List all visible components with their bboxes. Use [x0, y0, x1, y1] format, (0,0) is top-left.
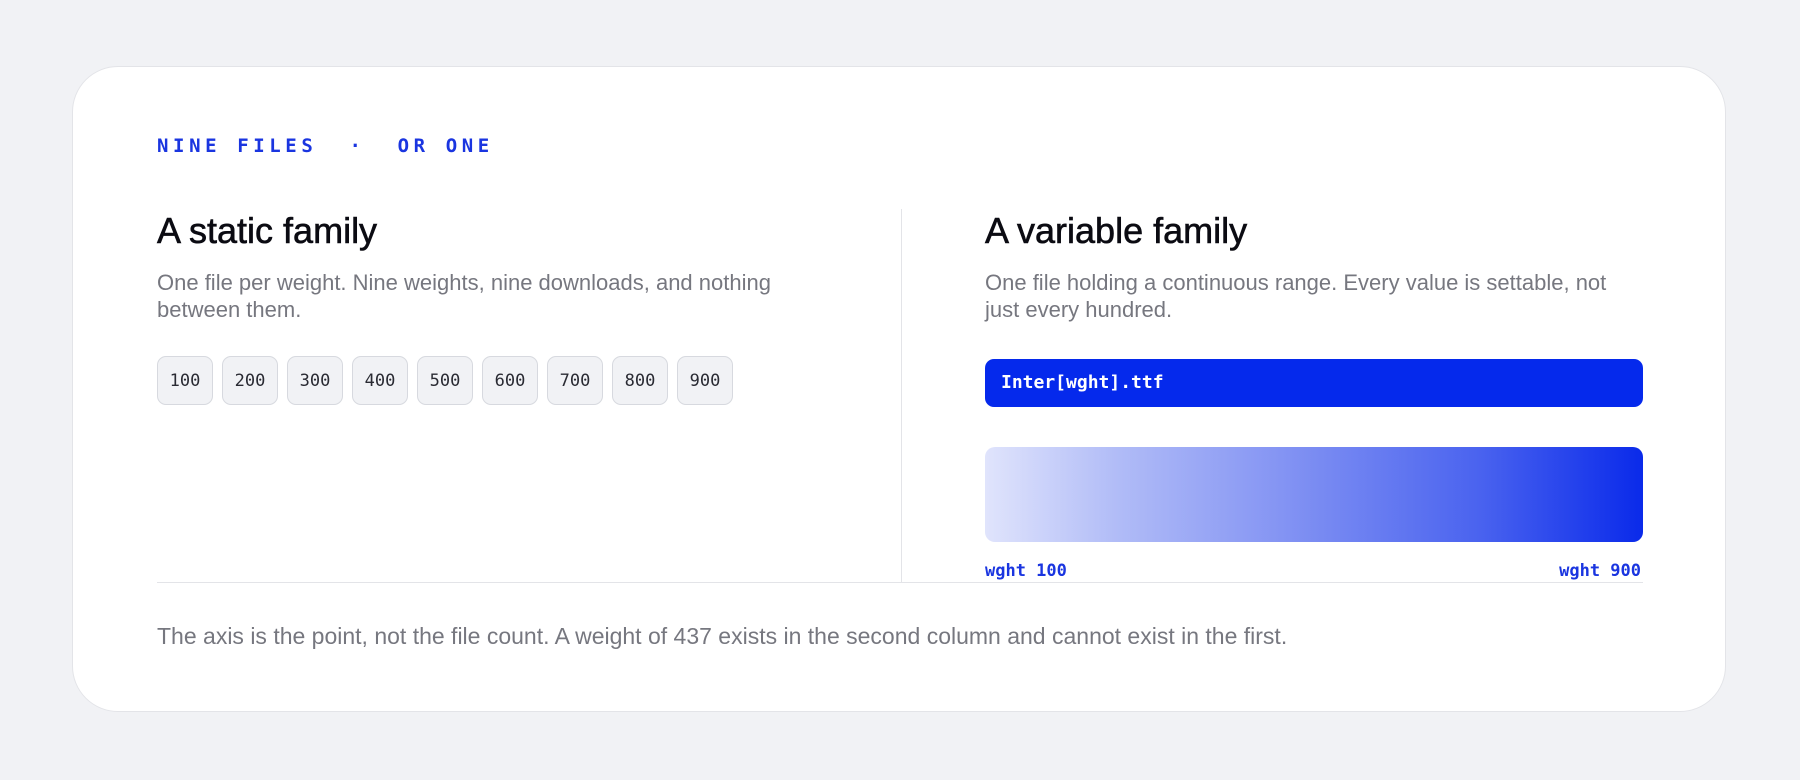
weight-chip-400: 400	[352, 356, 408, 405]
axis-max-label: wght 900	[1559, 561, 1641, 581]
static-family-title: A static family	[157, 210, 378, 252]
comparison-card: NINE FILES · OR ONE A static family One …	[72, 66, 1726, 712]
weight-chip-100: 100	[157, 356, 213, 405]
weight-chip-700: 700	[547, 356, 603, 405]
static-family-column: A static family One file per weight. Nin…	[157, 209, 817, 323]
footnote: The axis is the point, not the file coun…	[157, 623, 1288, 649]
variable-family-title: A variable family	[985, 210, 1248, 252]
variable-family-column: A variable family One file holding a con…	[985, 209, 1643, 323]
weight-chip-900: 900	[677, 356, 733, 405]
column-divider	[901, 209, 902, 583]
weight-chip-list: 100 200 300 400 500 600 700 800 900	[157, 356, 733, 405]
variable-family-description: One file holding a continuous range. Eve…	[985, 270, 1607, 322]
section-divider	[157, 582, 1643, 583]
weight-axis-gradient	[985, 447, 1643, 542]
weight-chip-500: 500	[417, 356, 473, 405]
weight-chip-300: 300	[287, 356, 343, 405]
weight-chip-800: 800	[612, 356, 668, 405]
eyebrow-label: NINE FILES · OR ONE	[157, 135, 494, 157]
variable-file-bar: Inter[wght].ttf	[985, 359, 1643, 407]
axis-min-label: wght 100	[985, 561, 1067, 581]
weight-chip-200: 200	[222, 356, 278, 405]
weight-chip-600: 600	[482, 356, 538, 405]
static-family-description: One file per weight. Nine weights, nine …	[157, 270, 771, 322]
